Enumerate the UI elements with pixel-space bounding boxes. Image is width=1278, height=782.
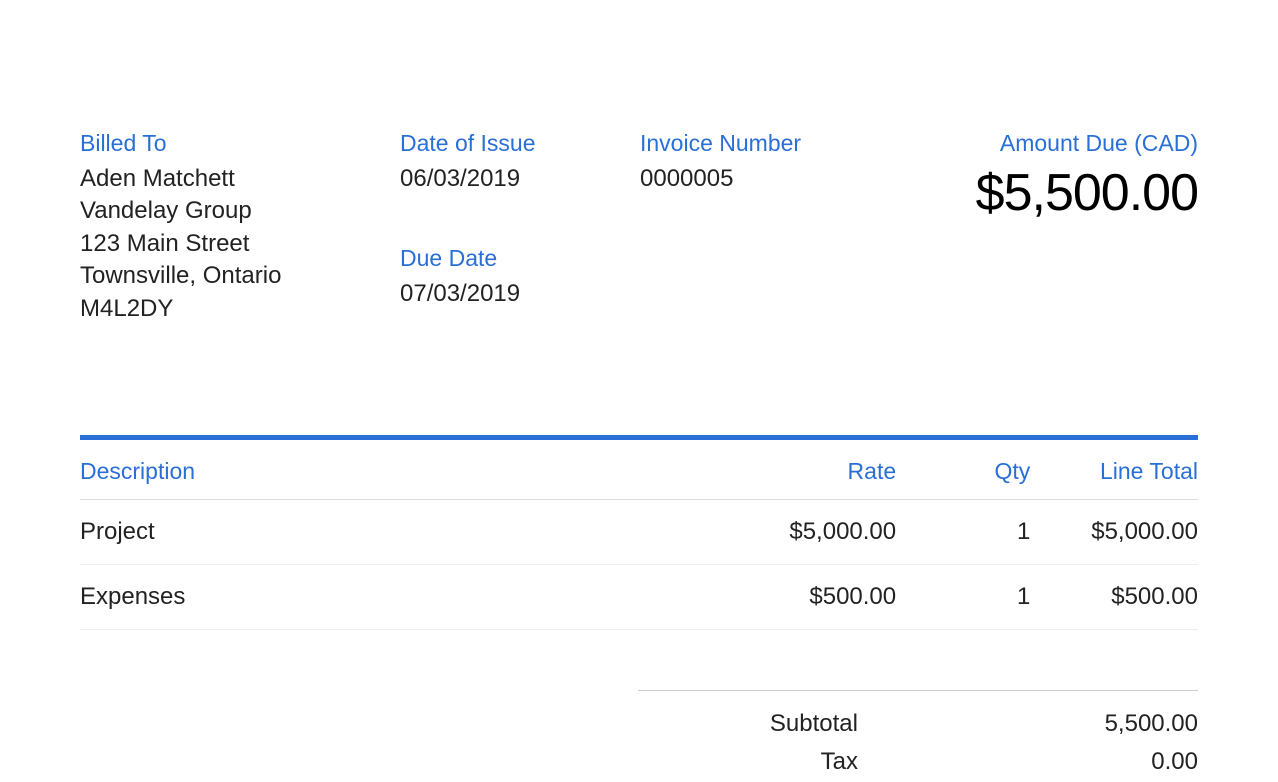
item-rate: $500.00 <box>695 564 896 629</box>
col-header-rate: Rate <box>695 458 896 500</box>
tax-value: 0.00 <box>1058 743 1198 781</box>
billed-to-label: Billed To <box>80 130 400 157</box>
billed-to-line: M4L2DY <box>80 293 400 325</box>
invoice-number-label: Invoice Number <box>640 130 860 157</box>
amount-due-block: Amount Due (CAD) $5,500.00 <box>860 130 1198 223</box>
invoice-number-value: 0000005 <box>640 163 860 195</box>
totals-block: Subtotal 5,500.00 Tax 0.00 <box>638 690 1198 782</box>
item-line-total: $500.00 <box>1030 564 1198 629</box>
billed-to-line: Aden Matchett <box>80 163 400 195</box>
item-line-total: $5,000.00 <box>1030 499 1198 564</box>
tax-label: Tax <box>638 743 1058 781</box>
section-divider <box>80 435 1198 440</box>
item-description: Expenses <box>80 564 695 629</box>
billed-to-line: 123 Main Street <box>80 228 400 260</box>
amount-due-label: Amount Due (CAD) <box>860 130 1198 157</box>
dates-block: Date of Issue 06/03/2019 Due Date 07/03/… <box>400 130 640 311</box>
billed-to-line: Townsville, Ontario <box>80 260 400 292</box>
col-header-description: Description <box>80 458 695 500</box>
billed-to-block: Billed To Aden Matchett Vandelay Group 1… <box>80 130 400 325</box>
col-header-line-total: Line Total <box>1030 458 1198 500</box>
subtotal-value: 5,500.00 <box>1058 705 1198 743</box>
table-row: Expenses $500.00 1 $500.00 <box>80 564 1198 629</box>
due-date-label: Due Date <box>400 245 640 272</box>
item-qty: 1 <box>896 564 1030 629</box>
invoice-header: Billed To Aden Matchett Vandelay Group 1… <box>80 130 1198 325</box>
date-of-issue-label: Date of Issue <box>400 130 640 157</box>
subtotal-label: Subtotal <box>638 705 1058 743</box>
item-description: Project <box>80 499 695 564</box>
billed-to-line: Vandelay Group <box>80 195 400 227</box>
amount-due-value: $5,500.00 <box>860 163 1198 223</box>
item-rate: $5,000.00 <box>695 499 896 564</box>
invoice-number-block: Invoice Number 0000005 <box>640 130 860 195</box>
due-date-value: 07/03/2019 <box>400 278 640 310</box>
col-header-qty: Qty <box>896 458 1030 500</box>
item-qty: 1 <box>896 499 1030 564</box>
table-row: Project $5,000.00 1 $5,000.00 <box>80 499 1198 564</box>
line-items-table: Description Rate Qty Line Total Project … <box>80 458 1198 630</box>
date-of-issue-value: 06/03/2019 <box>400 163 640 195</box>
